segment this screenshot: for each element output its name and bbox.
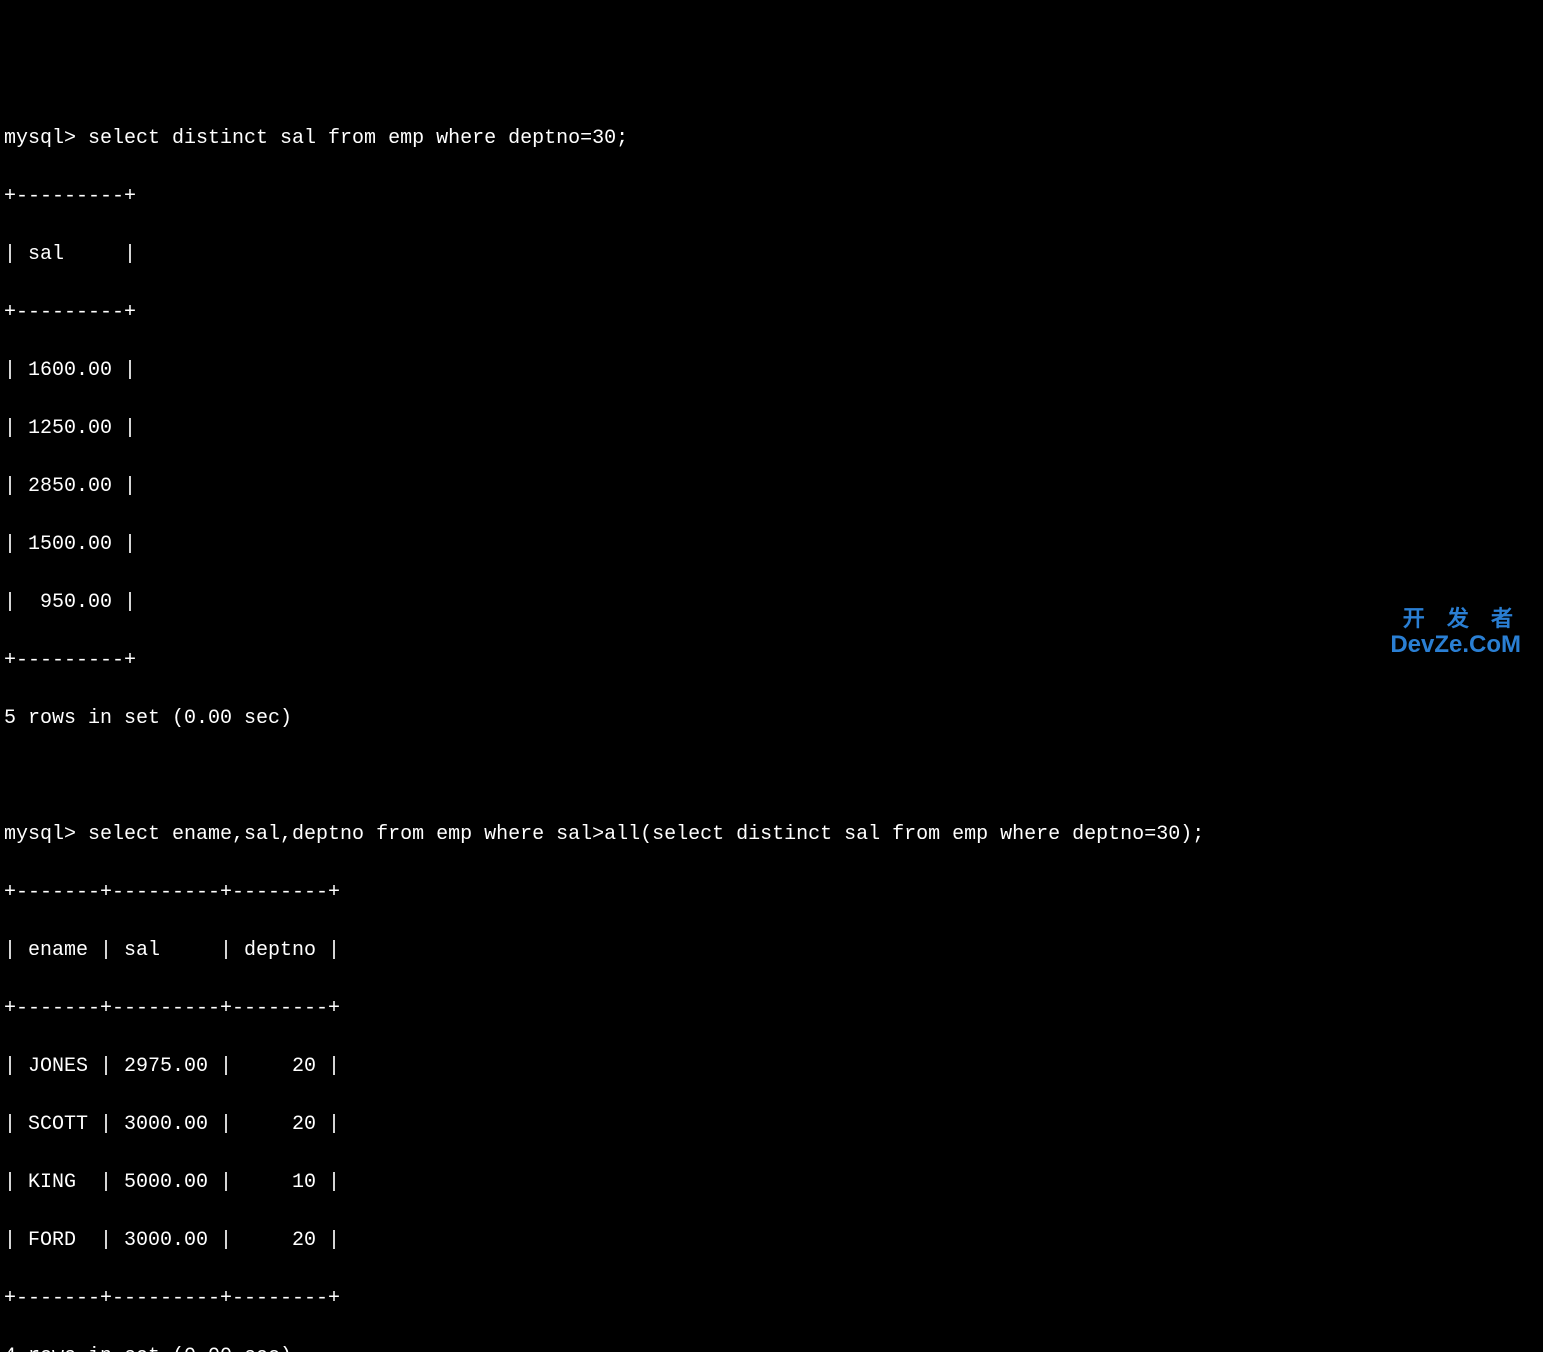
table-row: | 950.00 | [4,588,1543,617]
watermark-cn-text: 开 发 者 [1390,607,1521,631]
table-row: | 1500.00 | [4,530,1543,559]
table-row: | 1600.00 | [4,356,1543,385]
table-row: | JONES | 2975.00 | 20 | [4,1052,1543,1081]
query1-status: 5 rows in set (0.00 sec) [4,704,1543,733]
table-row: | 2850.00 | [4,472,1543,501]
query1-table-border-mid: +---------+ [4,298,1543,327]
mysql-prompt: mysql> [4,823,88,846]
query2-table-border-mid: +-------+---------+--------+ [4,994,1543,1023]
query2-table-header: | ename | sal | deptno | [4,936,1543,965]
query2-table-border-bot: +-------+---------+--------+ [4,1284,1543,1313]
watermark-en-text: DevZe.CoM [1390,632,1521,658]
table-row: | FORD | 3000.00 | 20 | [4,1226,1543,1255]
query2-status: 4 rows in set (0.00 sec) [4,1342,1543,1352]
table-row: | KING | 5000.00 | 10 | [4,1168,1543,1197]
query1-sql: select distinct sal from emp where deptn… [88,127,628,150]
query1-command-line[interactable]: mysql> select distinct sal from emp wher… [4,124,1543,153]
query1-table-border-bot: +---------+ [4,646,1543,675]
mysql-prompt: mysql> [4,127,88,150]
query2-table-border-top: +-------+---------+--------+ [4,878,1543,907]
query2-sql: select ename,sal,deptno from emp where s… [88,823,1204,846]
query2-command-line[interactable]: mysql> select ename,sal,deptno from emp … [4,820,1543,849]
query1-table-header: | sal | [4,240,1543,269]
watermark-logo: 开 发 者 DevZe.CoM [1390,607,1521,658]
table-row: | SCOTT | 3000.00 | 20 | [4,1110,1543,1139]
table-row: | 1250.00 | [4,414,1543,443]
query1-table-border-top: +---------+ [4,182,1543,211]
blank-line [4,762,1543,791]
